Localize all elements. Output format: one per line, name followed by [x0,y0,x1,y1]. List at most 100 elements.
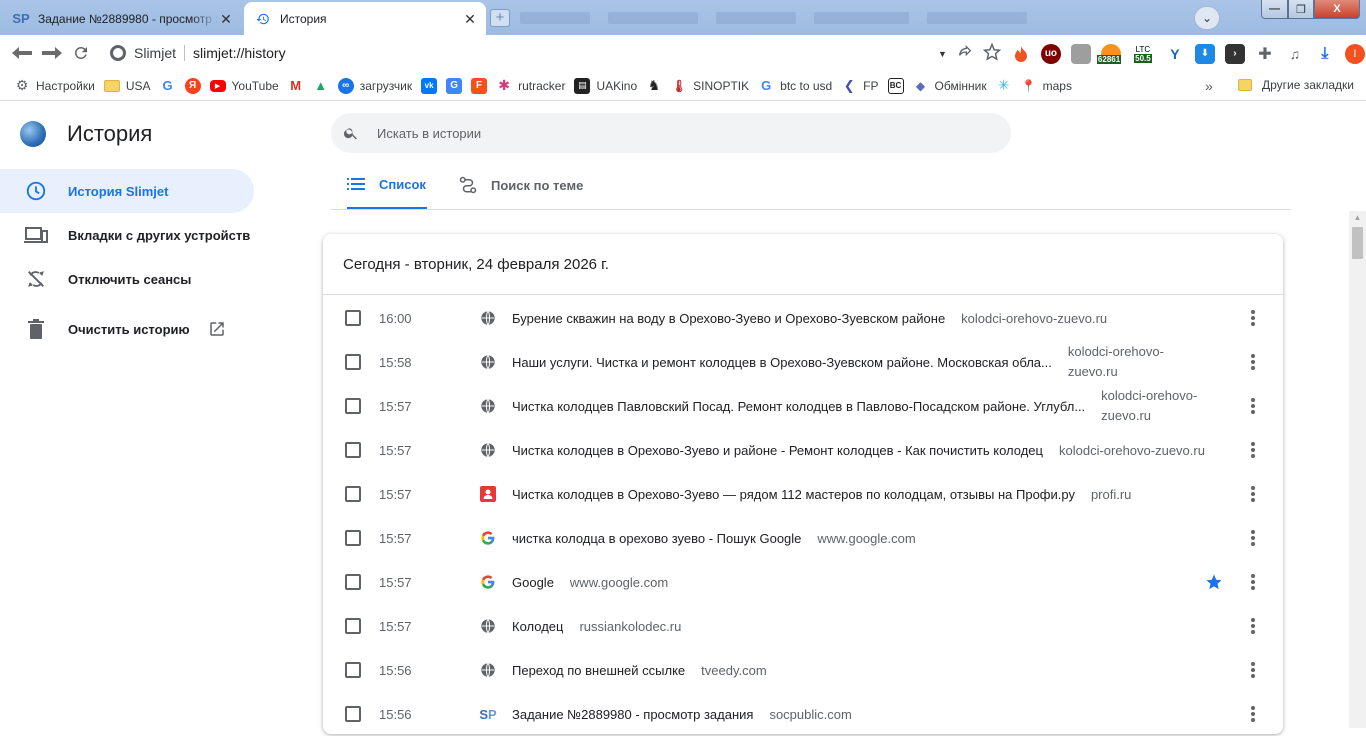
page-title-link[interactable]: Google [512,575,554,590]
row-checkbox[interactable] [345,486,361,502]
row-checkbox[interactable] [345,530,361,546]
history-row[interactable]: 15:57 чистка колодца в орехово зуево - По… [323,516,1283,560]
sidebar-item-disable-sessions[interactable]: Отключить сеансы [0,257,191,301]
page-title-link[interactable]: Бурение скважин на воду в Орехово-Зуево … [512,311,945,326]
row-checkbox[interactable] [345,574,361,590]
bookmark-item[interactable]: ▤ UAKino [574,77,637,94]
page-title-link[interactable]: Задание №2889980 - просмотр задания [512,707,753,722]
page-title-link[interactable]: Наши услуги. Чистка и ремонт колодцев в … [512,355,1052,370]
puzzle-extensions-icon[interactable]: ✚ [1255,44,1275,64]
page-title-link[interactable]: Чистка колодцев в Орехово-Зуево и районе… [512,443,1043,458]
bookmark-item[interactable]: G [446,77,463,94]
bookmark-item[interactable]: vk [421,77,438,94]
more-actions-icon[interactable] [1243,440,1263,460]
browser-tab-task[interactable]: SP Задание №2889980 - просмотр задания ✕ [2,2,242,35]
scrollbar-thumb[interactable] [1352,227,1363,259]
close-window-button[interactable]: X [1314,0,1360,19]
more-actions-icon[interactable] [1243,352,1263,372]
fire-extension-icon[interactable] [1011,44,1031,64]
briefcase-extension-icon[interactable] [1070,43,1091,64]
bookmark-item[interactable]: ✳ [996,77,1012,94]
y-extension-icon[interactable]: Y [1165,44,1185,64]
history-row[interactable]: 16:00 Бурение скважин на воду в Орехово-З… [323,296,1283,340]
sidebar-item-clear-history[interactable]: Очистить историю [0,307,226,351]
sidebar-item-other-devices[interactable]: Вкладки с других устройств [0,213,250,257]
bookmark-item[interactable]: M [288,78,304,94]
sidebar-item-history[interactable]: История Slimjet [0,169,254,213]
bookmark-item[interactable]: 🌡 SINOPTIK [671,78,750,94]
tab-close-icon[interactable]: ✕ [218,11,234,27]
other-bookmarks-folder[interactable]: Другие закладки [1238,78,1354,92]
history-row[interactable]: 15:56 SP Задание №2889980 - просмотр задан… [323,692,1283,736]
page-title-link[interactable]: Колодец [512,619,563,634]
url-text[interactable]: slimjet://history [193,45,286,61]
history-row[interactable]: 15:57 Чистка колодцев в Орехово-Зуево — р… [323,472,1283,516]
bookmarks-overflow-button[interactable]: » [1205,78,1213,94]
share-icon[interactable] [957,44,973,63]
page-title-link[interactable]: чистка колодца в орехово зуево - Пошук G… [512,531,801,546]
history-row[interactable]: 15:57 Чистка колодцев Павловский Посад. Р… [323,384,1283,428]
row-checkbox[interactable] [345,662,361,678]
more-actions-icon[interactable] [1243,484,1263,504]
profile-avatar[interactable]: I [1344,43,1365,64]
new-tab-button[interactable]: + [490,9,510,27]
browser-tab-history[interactable]: История ✕ [244,2,486,35]
page-scrollbar[interactable]: ▲ [1349,211,1366,728]
minimize-button[interactable]: — [1261,0,1288,19]
tab-search-button[interactable]: ⌄ [1194,6,1220,30]
history-row[interactable]: 15:57 Google www.google.com [323,560,1283,604]
reload-button[interactable] [69,41,93,65]
more-actions-icon[interactable] [1243,572,1263,592]
bookmark-item[interactable]: ◆ Обмінник [913,78,987,94]
bookmark-item[interactable]: BC [887,77,904,94]
bookmark-item[interactable]: Я [184,77,201,94]
bookmark-item[interactable]: ⚙ Настройки [14,77,95,94]
bookmark-item[interactable]: ▲ [313,78,329,94]
litecoin-ticker-icon[interactable]: LTC 50.5 [1131,44,1155,64]
playlist-icon[interactable]: ♫ [1285,44,1305,64]
history-row[interactable]: 15:57 Колодец russiankolodec.ru [323,604,1283,648]
bookmark-item[interactable]: USA [103,79,151,93]
bookmark-item[interactable]: ❮ FP [841,78,879,94]
row-checkbox[interactable] [345,442,361,458]
row-checkbox[interactable] [345,398,361,414]
more-actions-icon[interactable] [1243,528,1263,548]
dropdown-arrow-icon[interactable]: ▼ [938,49,947,59]
bookmark-item[interactable]: G [160,78,176,94]
history-row[interactable]: 15:57 Чистка колодцев в Орехово-Зуево и р… [323,428,1283,472]
row-checkbox[interactable] [345,354,361,370]
row-checkbox[interactable] [345,310,361,326]
more-actions-icon[interactable] [1243,616,1263,636]
history-row[interactable]: 15:56 Переход по внешней ссылке tveedy.com [323,648,1283,692]
back-button[interactable] [10,41,34,65]
row-checkbox[interactable] [345,706,361,722]
bookmark-item[interactable]: Gbtc to usd [758,78,832,94]
maximize-button[interactable]: ❐ [1288,0,1314,19]
forward-button[interactable] [40,41,64,65]
bookmark-star-icon[interactable] [982,42,1002,64]
download-extension-icon[interactable]: ⬇ [1194,43,1215,64]
row-checkbox[interactable] [345,618,361,634]
bookmark-item[interactable]: ∞ загрузчик [337,77,412,94]
more-actions-icon[interactable] [1243,396,1263,416]
more-actions-icon[interactable] [1243,308,1263,328]
bookmark-item[interactable]: 📍 maps [1021,78,1072,94]
bookmark-item[interactable]: F [471,77,488,94]
bookmark-item[interactable]: ▶ YouTube [209,79,279,93]
history-search-input[interactable]: Искать в истории [331,113,1011,153]
bookmark-item[interactable]: ♞ [646,77,662,94]
page-title-link[interactable]: Чистка колодцев в Орехово-Зуево — рядом … [512,487,1075,502]
bookmark-item[interactable]: ✱ rutracker [496,77,565,94]
page-title-link[interactable]: Чистка колодцев Павловский Посад. Ремонт… [512,399,1085,414]
scroll-up-arrow-icon[interactable]: ▲ [1349,211,1366,225]
tab-list[interactable]: Список [347,161,427,209]
downloads-icon[interactable]: ⤓ [1315,44,1335,64]
history-row[interactable]: 15:58 Наши услуги. Чистка и ремонт колодц… [323,340,1283,384]
more-actions-icon[interactable] [1243,704,1263,724]
tab-topic-search[interactable]: Поиск по теме [459,161,583,209]
ublock-icon[interactable]: uo [1040,43,1061,64]
address-bar[interactable]: Slimjet slimjet://history [100,39,960,67]
tab-close-icon[interactable]: ✕ [462,11,478,27]
page-title-link[interactable]: Переход по внешней ссылке [512,663,685,678]
terminal-extension-icon[interactable]: › [1224,43,1245,64]
